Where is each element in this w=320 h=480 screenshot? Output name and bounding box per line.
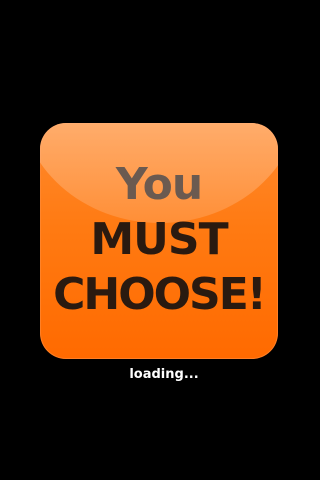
logo-text-choose: CHOOSE! (53, 269, 267, 320)
app-logo-icon: You MUST CHOOSE! (40, 123, 278, 359)
loading-label: loading... (129, 367, 199, 382)
logo-text-you: You (115, 159, 203, 210)
splash-screen: You MUST CHOOSE! loading... (0, 0, 320, 480)
logo-text-must: MUST (90, 214, 228, 265)
